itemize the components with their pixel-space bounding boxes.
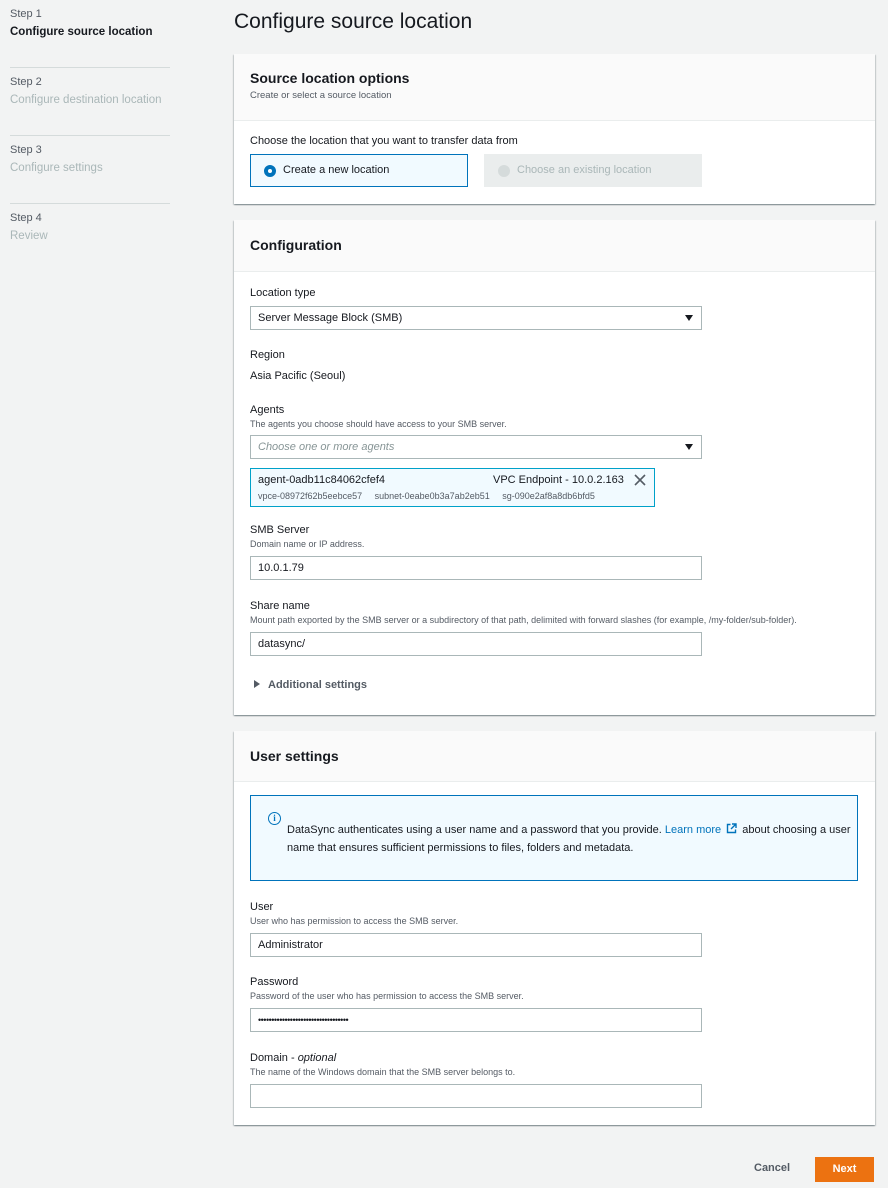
info-text-start: DataSync authenticates using a user name… [287,824,662,836]
password-input[interactable]: •••••••••••••••••••••••••••••••••• [250,1008,702,1032]
agent-vpce-tag: vpce-08972f62b5eebce57 [258,491,363,501]
configuration-panel: Configuration Location type Server Messa… [234,220,875,715]
panel-title: Configuration [250,237,342,253]
smb-server-input[interactable]: 10.0.1.79 [250,556,702,580]
optional-marker: optional [297,1052,337,1064]
info-text: DataSync authenticates using a user name… [287,821,852,857]
smb-server-description: Domain name or IP address. [250,539,365,549]
panel-description: Create or select a source location [250,90,392,101]
agent-id: agent-0adb11c84062cfef4 [258,474,386,486]
share-name-label: Share name [250,600,310,612]
radio-disabled-icon [498,165,510,177]
user-settings-panel: User settings i DataSync authenticates u… [234,731,875,1125]
agents-description: The agents you choose should have access… [250,419,507,429]
select-value: Server Message Block (SMB) [258,312,403,324]
domain-label-text: Domain - [250,1052,298,1064]
agent-endpoint: VPC Endpoint - 10.0.2.163 [493,474,624,486]
additional-settings-expander[interactable]: Additional settings [254,679,367,691]
password-description: Password of the user who has permission … [250,991,524,1001]
next-button[interactable]: Next [815,1157,874,1182]
domain-input[interactable] [250,1084,702,1108]
user-label: User [250,901,274,913]
agents-label: Agents [250,404,285,416]
select-placeholder: Choose one or more agents [258,441,395,453]
expander-label: Additional settings [268,679,367,691]
domain-field-header: Domain - optional The name of the Window… [250,1052,515,1077]
learn-more-link[interactable]: Learn more [665,824,721,836]
caret-down-icon [685,315,693,321]
radio-label: Choose an existing location [517,164,652,176]
smb-server-field-header: SMB Server Domain name or IP address. [250,524,364,549]
location-type-select[interactable]: Server Message Block (SMB) [250,306,702,330]
step-number: Step 1 [10,8,42,20]
user-description: User who has permission to access the SM… [250,916,459,926]
domain-label: Domain - optional [250,1052,515,1064]
region-label: Region [250,349,285,361]
step-number: Step 4 [10,212,42,224]
password-label: Password [250,976,299,988]
agents-select[interactable]: Choose one or more agents [250,435,702,459]
step-3: Step 3 Configure settings [10,144,170,204]
step-number: Step 2 [10,76,42,88]
share-name-description: Mount path exported by the SMB server or… [250,615,797,625]
close-icon[interactable] [634,474,646,486]
step-1[interactable]: Step 1 Configure source location [10,8,170,68]
cancel-button[interactable]: Cancel [754,1162,790,1174]
user-field-header: User User who has permission to access t… [250,901,458,926]
step-title: Review [10,230,48,242]
radio-selected-icon [264,165,276,177]
panel-title: Source location options [250,70,410,86]
panel-header: User settings [234,731,875,782]
agents-field-header: Agents The agents you choose should have… [250,404,507,429]
share-name-field-header: Share name Mount path exported by the SM… [250,600,870,625]
page-title: Configure source location [234,10,473,33]
source-location-panel: Source location options Create or select… [234,54,875,204]
choose-existing-location-radio: Choose an existing location [484,154,702,187]
step-title: Configure destination location [10,94,162,106]
panel-title: User settings [250,748,339,764]
agent-sg-tag: sg-090e2af8a8db6bfd5 [502,491,595,501]
agent-subnet-tag: subnet-0eabe0b3a7ab2eb51 [374,491,490,501]
step-2: Step 2 Configure destination location [10,76,170,136]
external-link-icon [727,823,737,834]
region-value: Asia Pacific (Seoul) [250,370,346,382]
caret-right-icon [254,680,260,688]
agent-tags: vpce-08972f62b5eebce57 subnet-0eabe0b3a7… [258,491,605,501]
smb-server-label: SMB Server [250,524,310,536]
create-new-location-radio[interactable]: Create a new location [250,154,468,187]
step-4: Step 4 Review [10,212,170,272]
user-input[interactable]: Administrator [250,933,702,957]
step-title: Configure settings [10,162,103,174]
password-field-header: Password Password of the user who has pe… [250,976,524,1001]
share-name-input[interactable]: datasync/ [250,632,702,656]
location-type-label: Location type [250,287,316,299]
domain-description: The name of the Windows domain that the … [250,1067,516,1077]
radio-label: Create a new location [283,164,390,176]
caret-down-icon [685,444,693,450]
wizard-steps: Step 1 Configure source location Step 2 … [10,8,170,272]
info-icon: i [268,812,281,825]
step-title: Configure source location [10,26,153,38]
location-question: Choose the location that you want to tra… [250,135,518,147]
agent-token: agent-0adb11c84062cfef4 VPC Endpoint - 1… [250,468,655,507]
info-alert: i DataSync authenticates using a user na… [250,795,858,881]
panel-header: Source location options Create or select… [234,54,875,121]
panel-header: Configuration [234,220,875,272]
step-number: Step 3 [10,144,42,156]
